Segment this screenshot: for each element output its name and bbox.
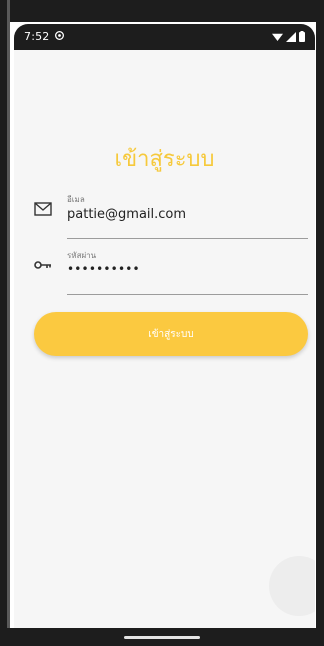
key-icon: [34, 261, 51, 269]
password-input[interactable]: ••••••••••: [67, 262, 140, 276]
password-label: รหัสผ่าน: [67, 251, 97, 260]
wifi-icon: [272, 33, 283, 41]
email-label: อีเมล: [67, 195, 85, 204]
device-bezel-top: [0, 0, 324, 22]
password-underline: [67, 294, 308, 295]
email-input[interactable]: pattie@gmail.com: [67, 207, 186, 222]
device-frame: 7:52 เข้าสู่ระบบ อีเมล pattie@gmail.com …: [0, 0, 324, 646]
device-bezel-left-edge: [7, 0, 10, 646]
signal-icon: [286, 31, 296, 42]
home-indicator[interactable]: [124, 636, 200, 639]
status-time: 7:52: [24, 30, 50, 43]
email-field[interactable]: อีเมล pattie@gmail.com: [34, 174, 308, 239]
settings-icon: [55, 31, 64, 40]
battery-icon: [299, 31, 305, 42]
mail-icon: [34, 202, 52, 216]
page-title: เข้าสู่ระบบ: [114, 147, 215, 172]
device-bezel-bottom: [0, 628, 324, 646]
device-bezel-right: [316, 0, 324, 646]
app-screen: 7:52 เข้าสู่ระบบ อีเมล pattie@gmail.com …: [14, 24, 315, 628]
password-field[interactable]: รหัสผ่าน ••••••••••: [34, 230, 308, 295]
login-button[interactable]: เข้าสู่ระบบ: [34, 312, 308, 356]
status-bar: 7:52: [14, 24, 315, 50]
status-icons: [272, 31, 305, 42]
watermark-mark: [269, 556, 315, 616]
